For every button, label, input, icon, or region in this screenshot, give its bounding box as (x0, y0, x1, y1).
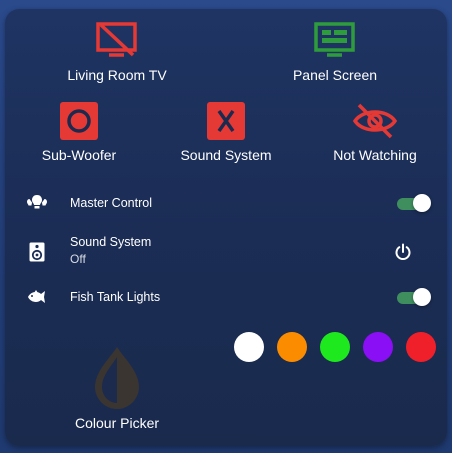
control-card: Living Room TV Panel Screen Sub-Woofer S… (5, 9, 447, 446)
not-watching-button[interactable]: Not Watching (325, 101, 425, 163)
colour-picker-label: Colour Picker (74, 415, 160, 431)
sound-system-row-text: Sound System Off (70, 235, 151, 266)
living-room-tv-label: Living Room TV (67, 67, 167, 83)
colour-picker-button[interactable]: Colour Picker (65, 343, 169, 431)
tv-off-icon (95, 21, 139, 61)
close-box-icon (206, 101, 246, 141)
sub-woofer-label: Sub-Woofer (41, 147, 117, 163)
speaker-icon (27, 242, 47, 262)
not-watching-label: Not Watching (333, 147, 417, 163)
fish-tank-lights-toggle[interactable] (395, 287, 431, 307)
living-room-tv-button[interactable]: Living Room TV (63, 21, 171, 83)
eye-off-icon (351, 101, 399, 141)
toggle-knob (413, 194, 431, 212)
sound-system-row-label: Sound System (70, 235, 152, 249)
master-control-label: Master Control (70, 196, 152, 210)
power-icon[interactable] (393, 242, 413, 262)
swatch-red[interactable] (406, 332, 436, 362)
sound-system-button-label: Sound System (180, 147, 272, 163)
sub-woofer-button[interactable]: Sub-Woofer (33, 101, 125, 163)
swatch-orange[interactable] (277, 332, 307, 362)
panel-screen-button[interactable]: Panel Screen (289, 21, 381, 83)
fish-tank-lights-row: Fish Tank Lights (27, 282, 431, 312)
swatch-white[interactable] (234, 332, 264, 362)
master-control-toggle[interactable] (395, 193, 431, 213)
fish-icon (27, 287, 47, 307)
master-control-row: Master Control (27, 188, 431, 218)
panel-screen-label: Panel Screen (292, 67, 378, 83)
lightbulb-group-icon (27, 193, 47, 213)
invert-colors-icon (89, 343, 145, 413)
sound-system-button[interactable]: Sound System (173, 101, 279, 163)
swatch-green[interactable] (320, 332, 350, 362)
sound-system-status: Off (70, 252, 86, 266)
toggle-knob (413, 288, 431, 306)
record-icon (59, 101, 99, 141)
fish-tank-lights-label: Fish Tank Lights (70, 290, 161, 304)
sound-system-row: Sound System Off (27, 235, 431, 269)
swatch-purple[interactable] (363, 332, 393, 362)
tv-guide-icon (313, 21, 357, 61)
